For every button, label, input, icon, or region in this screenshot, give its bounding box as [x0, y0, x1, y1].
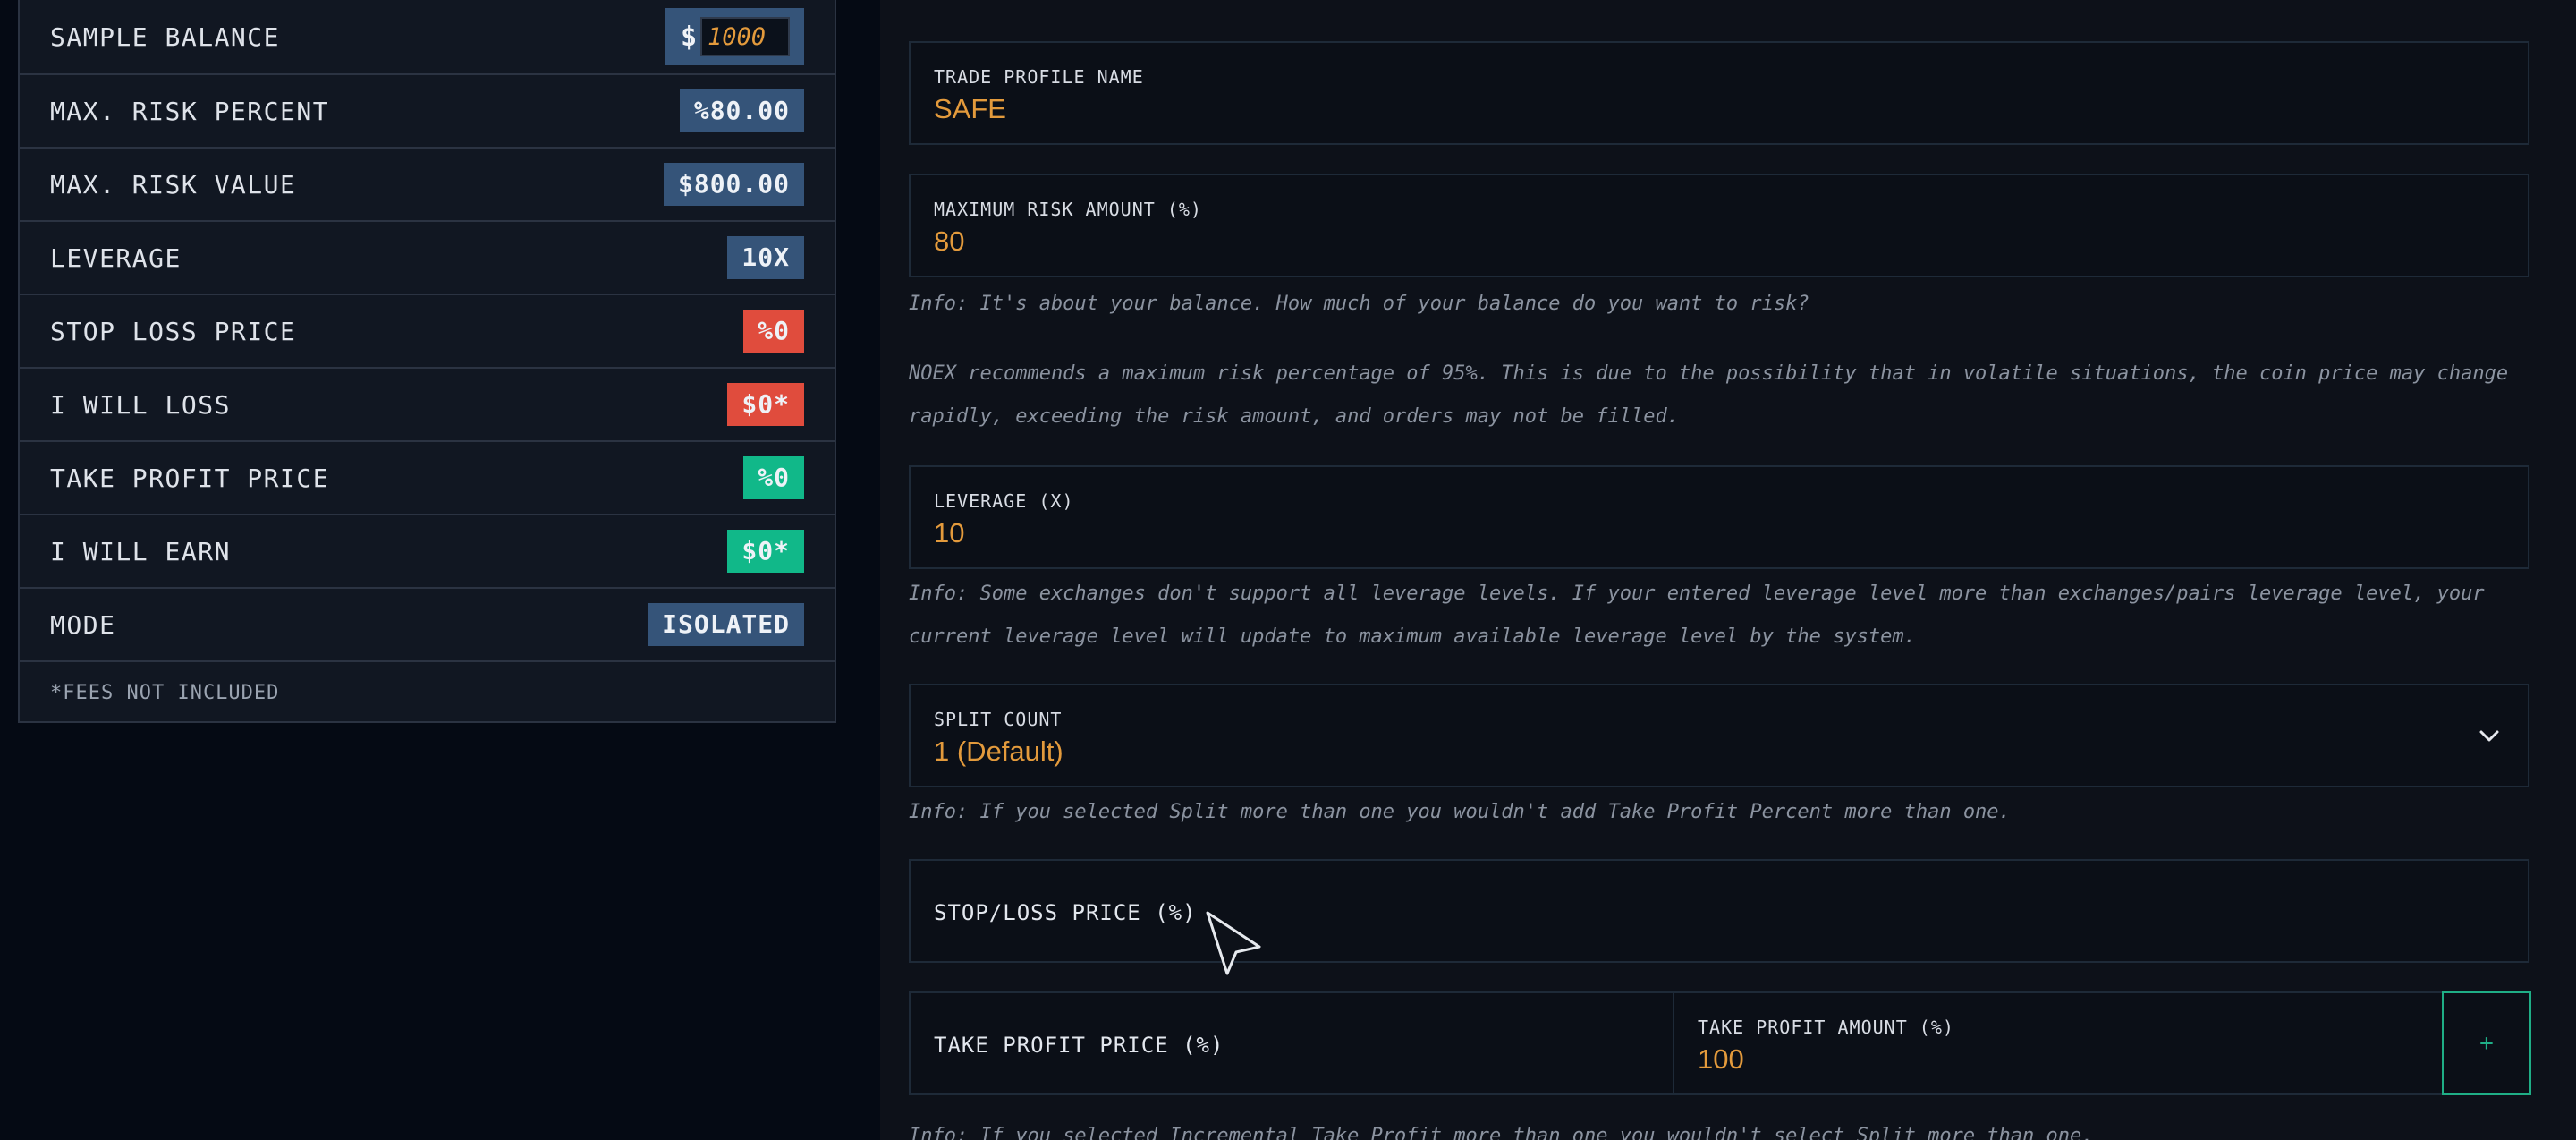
profile-name-field[interactable]: TRADE PROFILE NAME SAFE — [909, 41, 2529, 145]
max-risk-percent-badge: %80.00 — [679, 89, 804, 132]
earn-amount-badge: $0* — [727, 530, 804, 573]
summary-label: MODE — [50, 609, 116, 640]
stop-loss-label: STOP/LOSS PRICE (%) — [934, 900, 1197, 925]
field-label: LEVERAGE (X) — [934, 490, 1074, 512]
field-label: SPLIT COUNT — [934, 709, 1063, 730]
max-risk-field[interactable]: MAXIMUM RISK AMOUNT (%) 80 — [909, 174, 2529, 277]
max-risk-value-badge: $800.00 — [663, 163, 804, 206]
summary-row-max-risk-percent: MAX. RISK PERCENT %80.00 — [20, 75, 835, 149]
summary-label: SAMPLE BALANCE — [50, 21, 281, 52]
fees-footnote: *FEES NOT INCLUDED — [50, 681, 280, 704]
summary-label: I WILL LOSS — [50, 389, 231, 420]
summary-label: I WILL EARN — [50, 536, 231, 566]
leverage-value[interactable]: 10 — [934, 517, 964, 549]
field-label: MAXIMUM RISK AMOUNT (%) — [934, 199, 1202, 220]
take-profit-price-label: TAKE PROFIT PRICE (%) — [934, 1033, 1224, 1058]
leverage-badge: 10X — [727, 236, 804, 279]
summary-row-sample-balance: SAMPLE BALANCE $ — [20, 0, 835, 75]
take-profit-badge: %0 — [743, 456, 804, 499]
split-count-value: 1 (Default) — [934, 736, 1063, 767]
take-profit-row: TAKE PROFIT PRICE (%) TAKE PROFIT AMOUNT… — [909, 991, 2560, 1095]
summary-label: TAKE PROFIT PRICE — [50, 463, 330, 493]
field-label: TRADE PROFILE NAME — [934, 66, 1144, 88]
add-take-profit-button[interactable]: + — [2442, 991, 2531, 1095]
summary-label: STOP LOSS PRICE — [50, 316, 297, 346]
take-profit-amount-value[interactable]: 100 — [1698, 1043, 1744, 1076]
summary-label: MAX. RISK PERCENT — [50, 96, 330, 126]
stop-loss-field[interactable]: STOP/LOSS PRICE (%) — [909, 859, 2529, 963]
currency-symbol: $ — [680, 21, 697, 53]
summary-row-i-will-earn: I WILL EARN $0* — [20, 515, 835, 589]
profile-name-value[interactable]: SAFE — [934, 93, 1006, 125]
summary-label: MAX. RISK VALUE — [50, 169, 297, 200]
mode-badge: ISOLATED — [648, 603, 804, 646]
take-profit-amount-field[interactable]: TAKE PROFIT AMOUNT (%) 100 — [1673, 991, 2454, 1095]
balance-box: $ — [664, 8, 804, 65]
trade-profile-form: TRADE PROFILE NAME SAFE MAXIMUM RISK AMO… — [880, 0, 2576, 1140]
risk-summary-panel: SAMPLE BALANCE $ MAX. RISK PERCENT %80.0… — [18, 0, 836, 723]
summary-row-stop-loss-price: STOP LOSS PRICE %0 — [20, 295, 835, 369]
summary-label: LEVERAGE — [50, 242, 182, 273]
risk-recommendation-info: NOEX recommends a maximum risk percentag… — [909, 362, 2509, 428]
field-label: TAKE PROFIT AMOUNT (%) — [1698, 1017, 1954, 1038]
summary-row-take-profit-price: TAKE PROFIT PRICE %0 — [20, 442, 835, 515]
split-info: Info: If you selected Split more than on… — [909, 801, 2011, 823]
sample-balance-input[interactable] — [700, 17, 790, 56]
summary-row-max-risk-value: MAX. RISK VALUE $800.00 — [20, 149, 835, 222]
chevron-down-icon[interactable] — [2478, 725, 2501, 748]
loss-amount-badge: $0* — [727, 383, 804, 426]
summary-row-mode: MODE ISOLATED — [20, 589, 835, 662]
stop-loss-badge: %0 — [743, 310, 804, 353]
max-risk-value[interactable]: 80 — [934, 225, 964, 258]
take-profit-price-field[interactable]: TAKE PROFIT PRICE (%) — [909, 991, 1674, 1095]
take-profit-info: Info: If you selected Incremental Take P… — [909, 1125, 2094, 1140]
leverage-info: Info: Some exchanges don't support all l… — [909, 583, 2485, 648]
leverage-field[interactable]: LEVERAGE (X) 10 — [909, 465, 2529, 569]
summary-row-leverage: LEVERAGE 10X — [20, 222, 835, 295]
mouse-pointer-icon — [1206, 911, 1261, 975]
split-count-select[interactable]: SPLIT COUNT 1 (Default) — [909, 684, 2529, 787]
summary-row-i-will-loss: I WILL LOSS $0* — [20, 369, 835, 442]
max-risk-info: Info: It's about your balance. How much … — [909, 293, 1809, 315]
